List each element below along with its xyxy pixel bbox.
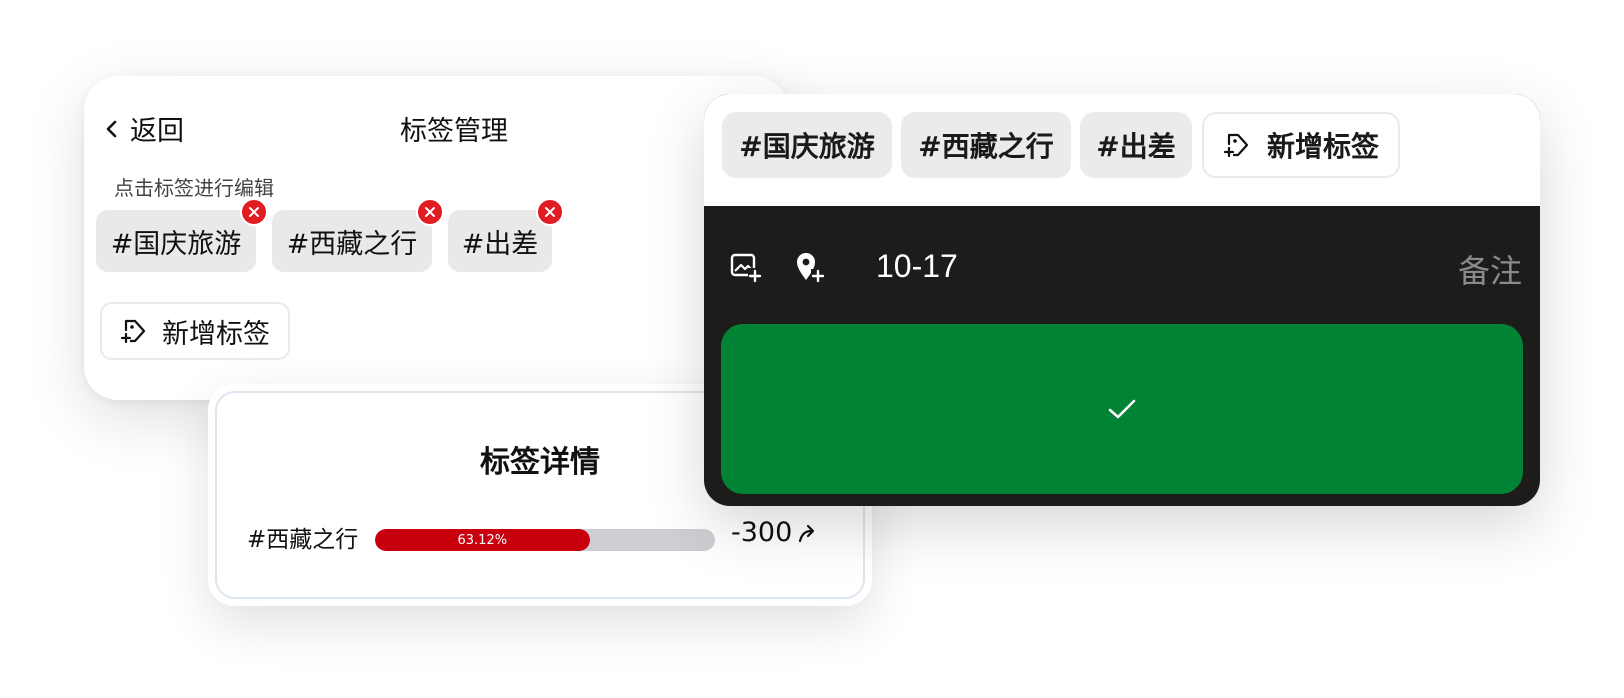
tag-manager-card: 返回 标签管理 点击标签进行编辑 #国庆旅游 #西藏之行 #出差 新增标签 [84,76,788,400]
add-location-icon[interactable] [792,250,826,284]
add-tag-option-label: 新增标签 [1266,130,1379,163]
back-button[interactable]: 返回 [102,109,184,148]
chevron-left-icon [106,120,117,137]
tag-option-label: #西藏之行 [918,130,1054,163]
tag-chip[interactable]: #西藏之行 [272,198,444,272]
tag-chip-label: #出差 [461,228,539,260]
tag-option-label: #出差 [1096,130,1176,163]
detail-amount[interactable]: -300 [731,517,818,548]
tag-chip-label: #国庆旅游 [110,228,242,260]
delete-tag-button[interactable] [536,198,564,226]
add-tag-option[interactable]: 新增标签 [1202,112,1400,178]
tag-chip[interactable]: #出差 [448,198,564,272]
tag-plus-icon [120,319,146,344]
close-icon [545,207,555,217]
delete-tag-button[interactable] [240,198,268,226]
share-arrow-icon [799,524,815,542]
tag-selector-bar: #国庆旅游 #西藏之行 #出差 新增标签 [704,94,1540,206]
tag-option-label: #国庆旅游 [739,130,875,163]
progress-fill: 63.12% [375,529,590,551]
amount-value: -300 [731,517,793,548]
progress-bar: 63.12% [375,529,715,551]
tag-chip[interactable]: #国庆旅游 [96,198,268,272]
entry-panel: #国庆旅游 #西藏之行 #出差 新增标签 10-17 备注 [704,94,1540,506]
add-image-icon[interactable] [728,250,762,284]
back-label: 返回 [130,116,184,147]
add-tag-button[interactable]: 新增标签 [100,302,290,360]
date-selector[interactable]: 10-17 [876,248,958,285]
tag-option[interactable]: #西藏之行 [901,112,1071,178]
confirm-button[interactable] [721,324,1523,494]
check-icon [1108,399,1136,419]
tag-chip-label: #西藏之行 [286,228,418,260]
stage: 返回 标签管理 点击标签进行编辑 #国庆旅游 #西藏之行 #出差 新增标签 标签… [0,0,1624,698]
delete-tag-button[interactable] [416,198,444,226]
add-tag-label: 新增标签 [162,318,270,350]
page-title: 标签管理 [400,116,508,147]
edit-hint: 点击标签进行编辑 [114,176,274,200]
close-icon [249,207,259,217]
tag-option[interactable]: #国庆旅游 [722,112,892,178]
entry-toolbar: 10-17 备注 [704,206,1540,324]
tag-plus-icon [1223,133,1249,158]
note-button[interactable]: 备注 [1458,246,1522,292]
tag-option[interactable]: #出差 [1080,112,1192,178]
progress-percent: 63.12% [457,532,508,548]
detail-tag-name: #西藏之行 [247,527,359,553]
close-icon [425,207,435,217]
